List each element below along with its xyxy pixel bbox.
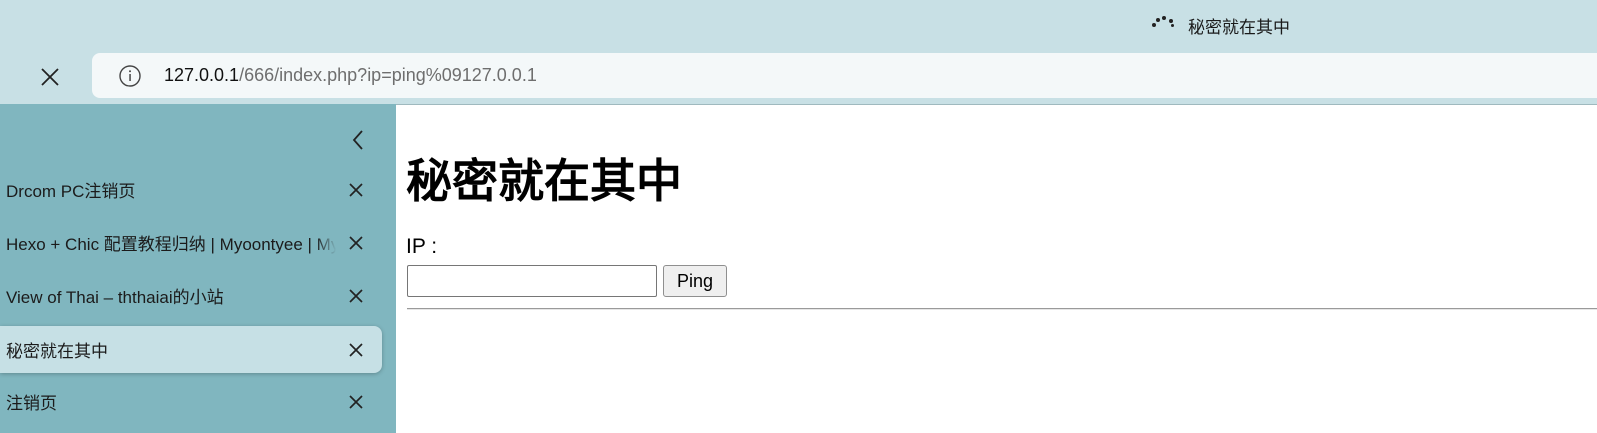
ping-button[interactable]: Ping [663,265,727,297]
collapse-sidebar-button[interactable] [344,126,372,154]
tab-drcom[interactable]: Drcom PC注销页 [0,166,382,213]
address-bar[interactable]: 127.0.0.1/666/index.php?ip=ping%09127.0.… [92,53,1597,98]
tab-label: 注销页 [6,394,57,413]
close-icon [349,236,363,250]
tab-close-button[interactable] [345,232,367,254]
tab-close-button[interactable] [345,391,367,413]
info-icon[interactable] [118,64,142,88]
close-icon [41,68,59,86]
url-path: /666/index.php?ip=ping%09127.0.0.1 [239,65,537,85]
page-content: 秘密就在其中 IP : Ping [396,104,1597,433]
url-text[interactable]: 127.0.0.1/666/index.php?ip=ping%09127.0.… [164,65,537,86]
loading-spinner-icon [1152,15,1176,35]
tab-secret-active[interactable]: 秘密就在其中 [0,326,382,373]
ip-label: IP : [406,235,438,258]
close-icon [349,343,363,357]
close-icon [349,183,363,197]
ip-input[interactable] [407,265,657,297]
tab-label: Hexo + Chic 配置教程归纳 | Myoontyee | Myoonty… [6,235,336,254]
navigation-toolbar: 127.0.0.1/666/index.php?ip=ping%09127.0.… [0,52,1597,102]
tab-label: 秘密就在其中 [6,342,108,361]
tab-hexo[interactable]: Hexo + Chic 配置教程归纳 | Myoontyee | Myoonty… [0,219,382,266]
close-icon [349,395,363,409]
tab-close-button[interactable] [345,285,367,307]
tab-label: Drcom PC注销页 [6,182,136,201]
tab-close-button[interactable] [345,339,367,361]
page-heading: 秘密就在其中 [406,154,682,208]
tab-label: View of Thai – ththaiai的小站 [6,288,224,307]
title-bar: 秘密就在其中 [0,0,1597,52]
close-icon [349,289,363,303]
url-host: 127.0.0.1 [164,65,240,85]
chevron-left-icon [352,130,363,150]
vertical-tab-sidebar: Drcom PC注销页 Hexo + Chic 配置教程归纳 | Myoonty… [0,104,396,433]
horizontal-divider [407,308,1597,310]
tab-view-of-thai[interactable]: View of Thai – ththaiai的小站 [0,272,382,319]
tab-close-button[interactable] [345,179,367,201]
window-title: 秘密就在其中 [1188,17,1290,38]
window-title-group: 秘密就在其中 [1152,12,1290,38]
stop-loading-button[interactable] [32,60,68,94]
tab-logout[interactable]: 注销页 [0,378,382,425]
